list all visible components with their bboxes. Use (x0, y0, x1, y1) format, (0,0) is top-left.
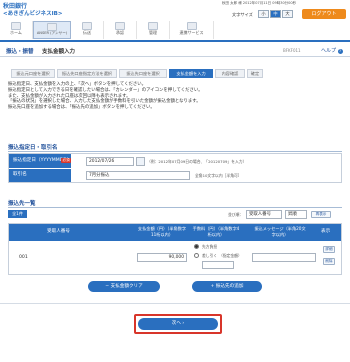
font-size-label: 文字サイズ (232, 12, 253, 17)
message-input[interactable] (252, 253, 316, 262)
required-badge: 必須 (61, 158, 72, 163)
service-name: <あきぎんビジネスIB> (3, 11, 63, 17)
next-button[interactable]: 次へ › (138, 318, 218, 330)
detail-button[interactable]: 詳細 (323, 246, 335, 253)
section1-rule (8, 151, 342, 152)
transaction-name-input[interactable]: 7月分振込 (86, 171, 190, 180)
help-icon: ? (337, 49, 343, 54)
name-note: 全角10文字以内［半角可］ (195, 173, 242, 178)
section2-rule (8, 207, 342, 208)
nav-approval[interactable]: 承認 (104, 21, 137, 39)
chevron-right-icon: › (182, 321, 185, 326)
next-button-frame: 次へ › (134, 314, 222, 334)
title-divider (0, 56, 350, 57)
section1-title: 振込指定日・取引名 (8, 145, 58, 151)
step-4-current: 支払金額を入力 (169, 69, 213, 78)
step-3: 振込先口座を選択 (119, 69, 167, 78)
col-payee-no: 受取人番号 (47, 229, 70, 234)
logout-button[interactable]: ログアウト (302, 9, 346, 19)
delete-button[interactable]: 削除 (323, 258, 335, 265)
col-amount: 支払金額（円）（半角数字11桁以内） (137, 226, 187, 237)
fee-option-recipient-label: 先方負担 (202, 244, 218, 249)
footer-divider (0, 303, 350, 304)
step-1: 振込元口座を選択 (11, 69, 55, 78)
sort-select[interactable]: 受取人番号 (246, 210, 282, 219)
header-divider (0, 40, 350, 42)
amount-input[interactable]: 90,000 (137, 253, 187, 262)
nav-linked-services[interactable]: 連携サービス (170, 21, 214, 39)
user-info: 秋田 太郎 様 2012年07月11日 09時30分00秒 (222, 1, 297, 5)
date-note: （例：2012年07月09日の場合、「20120709」を入力） (147, 159, 247, 164)
col-show: 表示 (321, 229, 331, 234)
page: { "header":{"bank_name":"秋田銀行","service_… (0, 0, 350, 362)
nav-transmission[interactable]: 伝送 (71, 21, 104, 39)
date-name-table: 振込指定日（YYYYMMDD） 必須 取引名 2012/07/26 （例：201… (8, 153, 342, 183)
transmission-icon (82, 22, 92, 30)
redisplay-button[interactable]: 再表示 (311, 211, 331, 218)
fee-option-deduct-radio[interactable] (194, 253, 199, 258)
section2-title: 振込先一覧 (8, 201, 36, 207)
col-message: 振込メッセージ（半角20文字以内） (254, 226, 306, 237)
nav-management[interactable]: 管理 (137, 21, 170, 39)
font-large-button[interactable]: 大 (282, 10, 293, 18)
nav-home[interactable]: ホーム (0, 21, 33, 39)
nav-anser[interactable]: ANSER (アンサー) (33, 21, 71, 39)
font-medium-button[interactable]: 中 (270, 10, 281, 18)
total-count: 全1件 (8, 210, 27, 218)
screen-code: BFKF011 (283, 48, 301, 53)
step-6: 確定 (247, 69, 263, 78)
payee-no: 001 (19, 255, 28, 260)
clear-amount-button[interactable]: − 支払金額クリア (88, 281, 160, 292)
fee-option-recipient-radio[interactable] (194, 244, 199, 249)
fee-specify-label: （指定金額） (219, 253, 242, 258)
page-category: 振込・振替 (6, 49, 34, 55)
help-link[interactable]: ヘルプ ? (321, 47, 343, 54)
linked-services-icon (186, 22, 197, 30)
add-payee-button[interactable]: + 振込先の追加 (192, 281, 262, 292)
date-input[interactable]: 2012/07/26 (86, 157, 134, 166)
fee-input[interactable] (202, 261, 234, 269)
step-2: 振込先口座指定方法を選択 (57, 69, 117, 78)
instructions: 振込指定日、支払金額を入力の上、「次へ」ボタンを押してください。 振込指定日とし… (8, 82, 203, 111)
step-5: 内容確認 (215, 69, 245, 78)
payee-table: 受取人番号 支払金額（円）（半角数字11桁以内） 手数料（円）（半角数字4桁以内… (8, 223, 342, 275)
order-select[interactable]: 昇順 (285, 210, 307, 219)
home-icon (11, 22, 21, 30)
name-label: 取引名 (13, 172, 27, 177)
calendar-icon[interactable] (136, 157, 145, 166)
approval-icon (115, 22, 125, 30)
sort-label: 並び順： (228, 212, 244, 217)
font-small-button[interactable]: 小 (258, 10, 269, 18)
col-fee: 手数料（円）（半角数字4桁以内） (192, 226, 240, 237)
management-icon (148, 22, 158, 30)
page-title: 支払金額入力 (42, 49, 76, 55)
fee-option-deduct-label: 差し引く (202, 253, 218, 258)
anser-icon (47, 23, 57, 31)
